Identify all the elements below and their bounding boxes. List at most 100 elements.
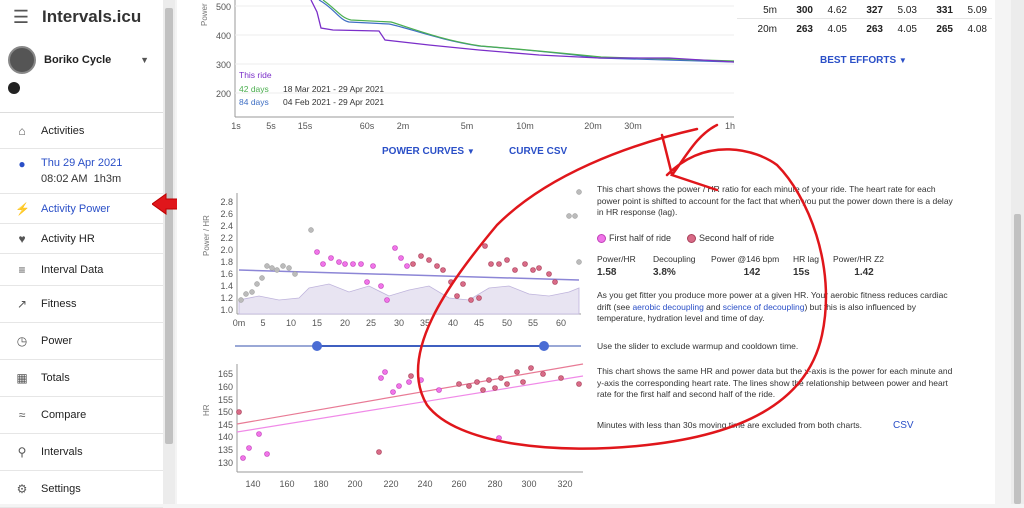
chevron-down-icon: ▼ [898,56,907,65]
nav-compare[interactable]: ≈ Compare [0,397,163,434]
nav-power[interactable]: ◷ Power [0,323,163,360]
nav-totals[interactable]: ▦ Totals [0,360,163,397]
nav-label: Activities [41,124,85,137]
curve-y-label: Power [200,3,209,26]
y-tick: 1.2 [220,293,233,303]
heart-icon: ♥ [18,231,26,246]
powerhr-y-ticks: 2.8 2.6 2.4 2.2 2.0 1.8 1.6 1.4 1.2 1.0 [220,197,233,315]
y-tick: 500 [216,2,231,12]
legend-range: 04 Feb 2021 - 29 Apr 2021 [283,97,384,107]
y-tick: 200 [216,89,231,99]
ride-date: Thu 29 Apr 2021 [41,157,123,169]
nav-label: Activity HR [41,232,95,245]
x-tick: 25 [366,318,376,328]
main-content: Power 500 400 300 200 This ride 42 days … [177,0,995,504]
y-tick: 150 [218,407,233,417]
hr-y-label: HR [202,404,211,416]
cell: 5m [763,4,777,16]
athlete-selector[interactable]: Boriko Cycle ▼ [0,40,163,80]
y-tick: 145 [218,420,233,430]
ride-duration: 1h3m [93,173,122,185]
y-tick: 2.0 [220,245,233,255]
trend-icon: ↗ [16,297,28,311]
cell: 4.05 [897,23,917,35]
y-tick: 1.4 [220,281,233,291]
calendar-icon: ▦ [16,371,28,385]
nav-settings[interactable]: ⚙ Settings [0,471,163,508]
sidebar-scrollbar[interactable] [163,0,175,504]
cell: 4.08 [967,23,987,35]
y-tick: 2.6 [220,209,233,219]
y-tick: 300 [216,60,231,70]
main-scrollbar[interactable] [1011,0,1024,504]
y-tick: 2.4 [220,221,233,231]
legend-range: 18 Mar 2021 - 29 Apr 2021 [283,84,384,94]
powerhr-y-label: Power / HR [202,215,211,256]
y-tick: 2.2 [220,233,233,243]
x-tick: 20 [340,318,350,328]
strava-icon[interactable] [8,82,20,94]
x-tick: 140 [245,479,260,489]
cell: 265 [936,23,953,35]
cell: 331 [936,4,953,16]
x-tick: 180 [313,479,328,489]
hr-y-ticks: 165 160 155 150 145 140 135 130 [218,369,233,468]
y-tick: 135 [218,445,233,455]
scrollbar-thumb[interactable] [165,8,173,444]
x-tick: 15s [298,121,313,131]
table-row: 20m 263 4.05 263 4.05 265 4.08 [737,18,992,39]
legend-label: 84 days [239,97,269,107]
x-tick: 320 [557,479,572,489]
y-tick: 140 [218,432,233,442]
nav-label: Interval Data [41,263,104,276]
csv-link[interactable]: CSV [893,420,914,431]
nav-label: Activity Power [41,202,111,215]
nav-label: Settings [41,483,81,495]
nav-activity-hr[interactable]: ♥ Activity HR [0,224,163,254]
home-icon: ⌂ [18,123,26,138]
x-tick: 200 [347,479,362,489]
x-tick: 1s [231,121,241,131]
y-tick: 165 [218,369,233,379]
x-tick: 240 [417,479,432,489]
search-icon: ⚲ [17,445,27,459]
avatar [8,46,36,74]
x-tick: 10 [286,318,296,328]
y-tick: 400 [216,31,231,41]
scrollbar-thumb[interactable] [1014,214,1021,504]
button-label: BEST EFFORTS [820,55,897,66]
x-tick: 5s [266,121,276,131]
list-icon: ≡ [18,262,26,277]
nav-intervals[interactable]: ⚲ Intervals [0,434,163,471]
chevron-down-icon[interactable]: ▼ [140,55,149,65]
x-tick: 60s [360,121,375,131]
nav-activities[interactable]: ⌂ Activities [0,113,163,149]
curve-legend: This ride 42 days 18 Mar 2021 - 29 Apr 2… [239,70,384,107]
curve-y-ticks: 500 400 300 200 [216,2,231,99]
speed-icon: ◷ [16,334,28,348]
y-tick: 1.6 [220,269,233,279]
menu-icon[interactable]: ☰ [0,7,42,28]
bolt-icon: ⚡ [15,201,30,216]
nav-label: Totals [41,372,70,384]
best-efforts-table: 5m 300 4.62 327 5.03 331 5.09 20m 263 4.… [737,2,992,42]
table-row: 5m 300 4.62 327 5.03 331 5.09 [737,2,992,18]
nav-interval-data[interactable]: ≡ Interval Data [0,254,163,286]
x-tick: 0m [233,318,246,328]
nav-fitness[interactable]: ↗ Fitness [0,286,163,323]
nav-activity-power[interactable]: ⚡ Activity Power [0,194,163,224]
x-tick: 5 [260,318,265,328]
x-tick: 220 [383,479,398,489]
athlete-name: Boriko Cycle [44,54,112,66]
hr-x-ticks: 140 160 180 200 220 240 260 280 300 320 [245,479,572,489]
cell: 4.05 [827,23,847,35]
cell: 4.62 [827,4,847,16]
nav-label: Fitness [41,298,77,310]
y-tick: 2.8 [220,197,233,207]
app-header: ☰ Intervals.icu [0,0,163,34]
slider-start-handle[interactable] [312,341,322,351]
cell: 5.03 [897,4,917,16]
x-tick: 300 [521,479,536,489]
current-ride[interactable]: ● Thu 29 Apr 2021 08:02 AM 1h3m [0,149,163,194]
best-efforts-button[interactable]: BEST EFFORTS ▼ [820,55,907,66]
